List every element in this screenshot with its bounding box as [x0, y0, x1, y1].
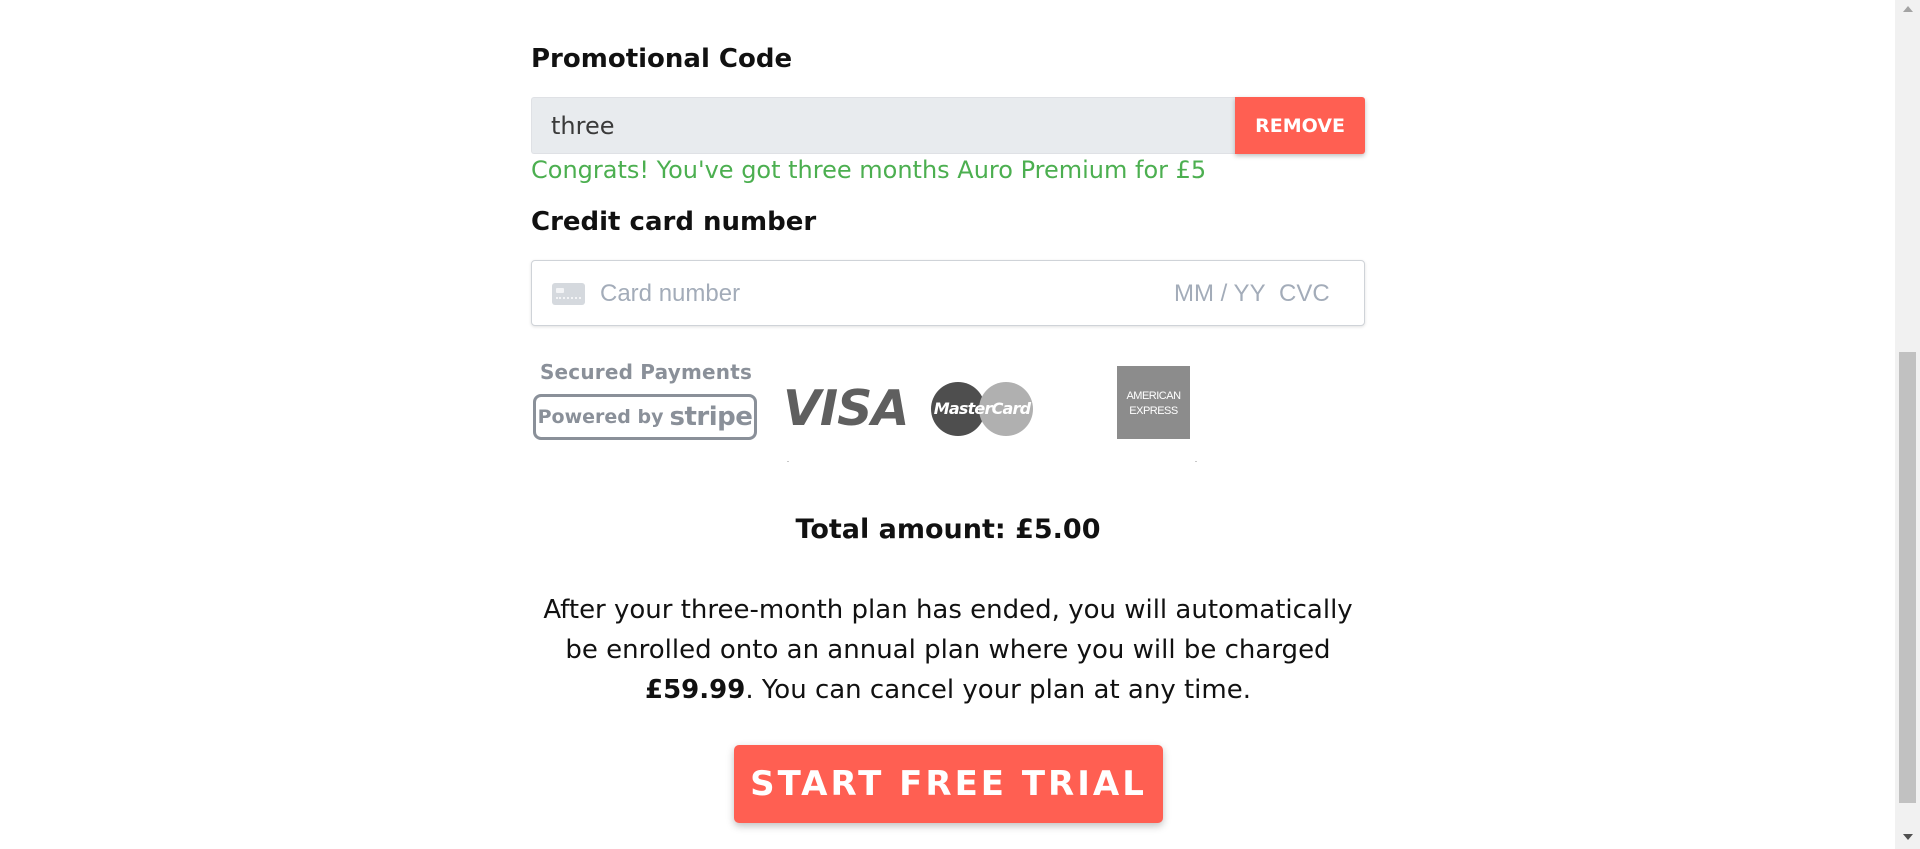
plan-annual-price: £59.99 [645, 675, 746, 705]
scroll-up-arrow-icon[interactable] [1903, 6, 1913, 12]
credit-card-icon [552, 283, 585, 305]
plan-text-after: . You can cancel your plan at any time. [745, 675, 1251, 705]
card-number-placeholder[interactable]: Card number [600, 280, 740, 308]
scroll-down-arrow-icon[interactable] [1903, 834, 1913, 840]
visa-logo: VISA [783, 380, 909, 437]
stripe-secured-badge: Secured Payments Powered by stripe [531, 360, 761, 446]
plan-description: After your three-month plan has ended, y… [531, 590, 1365, 710]
scrollbar-thumb[interactable] [1899, 352, 1916, 803]
amex-line-2: EXPRESS [1129, 405, 1178, 417]
secured-payments-text: Secured Payments [539, 360, 753, 384]
start-free-trial-button[interactable]: START FREE TRIAL [734, 745, 1163, 823]
powered-by-text: Powered by [537, 406, 664, 428]
promo-success-message: Congrats! You've got three months Auro P… [531, 156, 1207, 184]
mastercard-wordmark: MasterCard [933, 399, 1031, 418]
promo-code-row: REMOVE [531, 97, 1365, 154]
checkout-page: Promotional Code REMOVE Congrats! You've… [0, 0, 1920, 849]
card-number-field[interactable]: Card number MM / YY CVC [531, 260, 1365, 326]
card-cvc-placeholder[interactable]: CVC [1279, 280, 1330, 308]
card-number-label: Credit card number [531, 207, 817, 237]
remove-promo-button[interactable]: REMOVE [1235, 97, 1365, 154]
promo-code-label: Promotional Code [531, 44, 793, 74]
card-expiry-placeholder[interactable]: MM / YY [1174, 280, 1266, 308]
amex-line-1: AMERICAN [1126, 390, 1181, 402]
stripe-logo: stripe [669, 402, 753, 432]
total-amount: Total amount: £5.00 [795, 514, 1101, 545]
logos-divider [787, 461, 1197, 462]
powered-by-stripe-box: Powered by stripe [533, 394, 757, 440]
amex-logo: AMERICAN EXPRESS [1117, 366, 1190, 439]
plan-text-before: After your three-month plan has ended, y… [543, 595, 1353, 665]
promo-code-input[interactable] [531, 97, 1235, 154]
mastercard-logo: MasterCard [931, 382, 1033, 436]
card-brand-logos: VISA MasterCard AMERICAN EXPRESS [783, 366, 1190, 462]
page-scrollbar[interactable] [1895, 0, 1920, 849]
